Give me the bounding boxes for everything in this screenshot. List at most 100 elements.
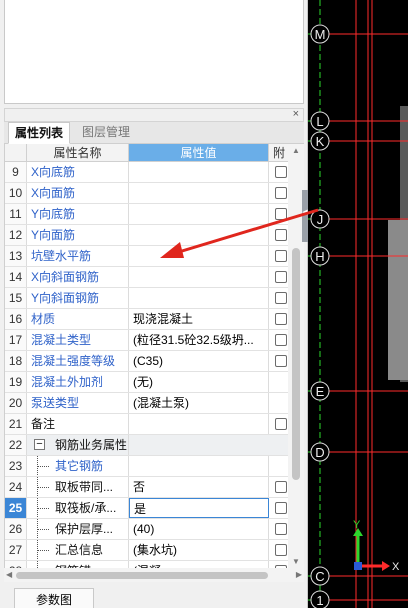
property-value[interactable]: (混凝... [129, 561, 269, 568]
property-row[interactable]: 21 备注 [5, 414, 288, 435]
axis-label: J [317, 212, 324, 227]
property-value[interactable]: 是 [129, 498, 269, 518]
property-value[interactable]: (集水坑) [129, 540, 269, 560]
row-number: 14 [5, 267, 27, 287]
coord-origin [354, 562, 362, 570]
property-row[interactable]: 23 其它钢筋 [5, 456, 288, 477]
property-value[interactable] [129, 267, 269, 287]
property-value[interactable] [129, 435, 269, 455]
header-property-name[interactable]: 属性名称 [27, 144, 129, 162]
row-number: 19 [5, 372, 27, 392]
property-row[interactable]: 11 Y向底筋 [5, 204, 288, 225]
property-name: 取筏板/承... [27, 498, 129, 518]
property-row[interactable]: 19 混凝土外加剂 (无) [5, 372, 288, 393]
attach-checkbox[interactable] [275, 187, 287, 199]
axis-label: C [315, 569, 324, 584]
property-value[interactable] [129, 456, 269, 476]
axis-label: K [316, 134, 325, 149]
property-row[interactable]: 9 X向底筋 [5, 162, 288, 183]
property-row[interactable]: 22− 钢筋业务属性 [5, 435, 288, 456]
property-row[interactable]: 20 泵送类型 (混凝土泵) [5, 393, 288, 414]
row-number: 9 [5, 162, 27, 182]
property-value[interactable]: (C35) [129, 351, 269, 371]
row-number: 15 [5, 288, 27, 308]
tab-property-list[interactable]: 属性列表 [8, 122, 71, 144]
property-name: 混凝土强度等级 [27, 351, 129, 371]
property-value[interactable] [129, 288, 269, 308]
attach-checkbox[interactable] [275, 166, 287, 178]
attach-checkbox[interactable] [275, 250, 287, 262]
property-name: 取板带同... [27, 477, 129, 497]
attach-checkbox[interactable] [275, 271, 287, 283]
horizontal-scrollbar[interactable]: ◀ ▶ [4, 568, 304, 582]
panel-tabs: 属性列表 图层管理 [4, 122, 304, 144]
tab-parameter-diagram[interactable]: 参数图 [14, 588, 94, 608]
property-row[interactable]: 16 材质 现浇混凝土 [5, 309, 288, 330]
tree-connector [37, 540, 49, 560]
attach-checkbox[interactable] [275, 355, 287, 367]
property-name: Y向斜面钢筋 [27, 288, 129, 308]
property-value[interactable] [129, 414, 269, 434]
collapse-minus-icon[interactable]: − [34, 439, 45, 450]
attach-checkbox[interactable] [275, 229, 287, 241]
property-row[interactable]: 18 混凝土强度等级 (C35) [5, 351, 288, 372]
property-name: 泵送类型 [27, 393, 129, 413]
property-value[interactable]: (无) [129, 372, 269, 392]
property-value[interactable] [129, 246, 269, 266]
property-row[interactable]: 25 取筏板/承... 是 [5, 498, 288, 519]
property-value[interactable] [129, 225, 269, 245]
property-row[interactable]: 27 汇总信息 (集水坑) [5, 540, 288, 561]
row-number: 21 [5, 414, 27, 434]
header-property-value[interactable]: 属性值 [129, 144, 269, 162]
attach-checkbox[interactable] [275, 418, 287, 430]
property-row[interactable]: 10 X向面筋 [5, 183, 288, 204]
property-value[interactable] [129, 162, 269, 182]
attach-checkbox[interactable] [275, 208, 287, 220]
scroll-right-icon[interactable]: ▶ [296, 570, 302, 579]
property-row[interactable]: 15 Y向斜面钢筋 [5, 288, 288, 309]
attach-checkbox[interactable] [275, 334, 287, 346]
property-row[interactable]: 24 取板带同... 否 [5, 477, 288, 498]
vertical-scroll-thumb[interactable] [292, 248, 300, 480]
property-row[interactable]: 14 X向斜面钢筋 [5, 267, 288, 288]
property-value[interactable]: 现浇混凝土 [129, 309, 269, 329]
property-name-text: 保护层厚... [55, 522, 114, 536]
property-value[interactable] [129, 183, 269, 203]
axis-label: H [315, 249, 324, 264]
property-value[interactable] [129, 204, 269, 224]
axis-label: M [315, 27, 326, 42]
property-value[interactable]: (40) [129, 519, 269, 539]
attach-checkbox[interactable] [275, 313, 287, 325]
axis-grid-drawing: M LK J H E D C 1 Y X [308, 0, 408, 608]
axis-label: E [316, 384, 325, 399]
property-row[interactable]: 26 保护层厚... (40) [5, 519, 288, 540]
property-value[interactable]: (混凝土泵) [129, 393, 269, 413]
tree-connector [37, 519, 49, 539]
attach-checkbox[interactable] [275, 544, 287, 556]
scroll-up-icon[interactable]: ▲ [292, 146, 300, 155]
horizontal-scroll-thumb[interactable] [16, 572, 268, 579]
coord-y-label: Y [353, 519, 361, 531]
scroll-left-icon[interactable]: ◀ [6, 570, 12, 579]
property-value[interactable]: 否 [129, 477, 269, 497]
tab-layer-management[interactable]: 图层管理 [76, 122, 136, 144]
property-name: 坑壁水平筋 [27, 246, 129, 266]
attach-checkbox[interactable] [275, 481, 287, 493]
property-row[interactable]: 28钢筋锚...(混凝... [5, 561, 288, 568]
property-row[interactable]: 12 Y向面筋 [5, 225, 288, 246]
drawing-canvas[interactable]: M LK J H E D C 1 Y X [308, 0, 408, 608]
property-row[interactable]: 13 坑壁水平筋 [5, 246, 288, 267]
row-number: 27 [5, 540, 27, 560]
coord-x-arrowhead [382, 561, 390, 571]
scroll-down-icon[interactable]: ▼ [292, 557, 300, 566]
attach-checkbox[interactable] [275, 502, 287, 514]
close-icon[interactable]: × [293, 108, 299, 120]
row-number: 26 [5, 519, 27, 539]
header-attached[interactable]: 附 [269, 144, 288, 162]
attach-checkbox[interactable] [275, 523, 287, 535]
property-value[interactable]: (粒径31.5砼32.5级坍... [129, 330, 269, 350]
row-number: 23 [5, 456, 27, 476]
attach-checkbox[interactable] [275, 292, 287, 304]
property-row[interactable]: 17 混凝土类型 (粒径31.5砼32.5级坍... [5, 330, 288, 351]
tree-connector [37, 477, 49, 497]
